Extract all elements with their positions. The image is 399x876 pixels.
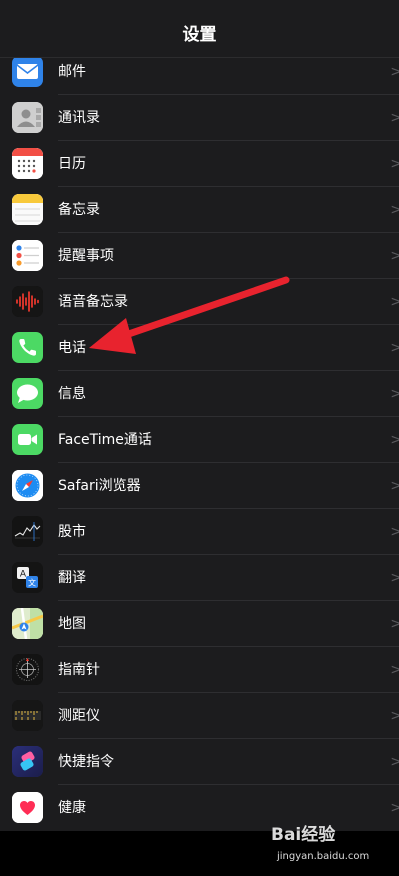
watermark: Bai经验 jingyan.baidu.com [271,818,371,868]
navigation-bar: 设置 [0,0,399,58]
settings-row-label: 信息 [58,386,86,402]
settings-row-label: 指南针 [58,662,100,678]
settings-row-label: 地图 [58,616,86,632]
watermark-brand: Bai经验 [271,825,336,845]
stocks-icon [12,516,43,547]
settings-row-label: 日历 [58,156,86,172]
chevron-right-icon: > [390,202,399,218]
settings-row-reminders[interactable]: 提醒事项 > [0,233,399,279]
chevron-right-icon: > [390,248,399,264]
settings-row-label: 快捷指令 [58,754,114,770]
chevron-right-icon: > [390,616,399,632]
settings-row-measure[interactable]: 测距仪 > [0,693,399,739]
watermark-url: jingyan.baidu.com [277,851,370,862]
translate-icon: A 文 [12,562,43,593]
svg-text:文: 文 [28,578,36,588]
settings-row-phone[interactable]: 电话 > [0,325,399,371]
settings-row-translate[interactable]: A 文 翻译 > [0,555,399,601]
shortcuts-icon [12,746,43,777]
chevron-right-icon: > [390,524,399,540]
settings-row-contacts[interactable]: 通讯录 > [0,95,399,141]
reminders-icon [12,240,43,271]
settings-row-compass[interactable]: 指南针 > [0,647,399,693]
settings-row-label: 电话 [58,340,86,356]
settings-row-label: 测距仪 [58,708,100,724]
safari-icon [12,470,43,501]
chevron-right-icon: > [390,800,399,816]
settings-row-label: 健康 [58,800,86,816]
settings-row-label: 通讯录 [58,110,100,126]
chevron-right-icon: > [390,754,399,770]
chevron-right-icon: > [390,386,399,402]
svg-text:A: A [20,570,27,580]
settings-row-stocks[interactable]: 股市 > [0,509,399,555]
calendar-icon [12,148,43,179]
settings-row-label: 提醒事项 [58,248,114,264]
facetime-icon [12,424,43,455]
settings-row-messages[interactable]: 信息 > [0,371,399,417]
chevron-right-icon: > [390,708,399,724]
settings-row-label: 语音备忘录 [58,294,128,310]
chevron-right-icon: > [390,340,399,356]
measure-icon [12,700,43,731]
mail-icon [12,56,43,87]
settings-row-calendar[interactable]: 日历 > [0,141,399,187]
chevron-right-icon: > [390,294,399,310]
settings-row-maps[interactable]: 地图 > [0,601,399,647]
settings-list: 邮件 > 通讯录 > 日历 > 备忘录 > 提醒事项 > 语音备忘录 > 电话 … [0,49,399,831]
settings-row-label: Safari浏览器 [58,478,141,494]
notes-icon [12,194,43,225]
chevron-right-icon: > [390,156,399,172]
settings-row-label: 翻译 [58,570,86,586]
phone-icon [12,332,43,363]
page-title: 设置 [182,25,217,45]
voice-memos-icon [12,286,43,317]
chevron-right-icon: > [390,110,399,126]
compass-icon [12,654,43,685]
settings-row-shortcuts[interactable]: 快捷指令 > [0,739,399,785]
maps-icon [12,608,43,639]
chevron-right-icon: > [390,662,399,678]
chevron-right-icon: > [390,478,399,494]
settings-row-label: 备忘录 [58,202,100,218]
settings-row-notes[interactable]: 备忘录 > [0,187,399,233]
settings-row-safari[interactable]: Safari浏览器 > [0,463,399,509]
chevron-right-icon: > [390,570,399,586]
health-icon [12,792,43,823]
settings-row-voice-memos[interactable]: 语音备忘录 > [0,279,399,325]
settings-row-label: FaceTime通话 [58,432,152,448]
settings-row-label: 股市 [58,524,86,540]
settings-row-facetime[interactable]: FaceTime通话 > [0,417,399,463]
contacts-icon [12,102,43,133]
chevron-right-icon: > [390,432,399,448]
messages-icon [12,378,43,409]
